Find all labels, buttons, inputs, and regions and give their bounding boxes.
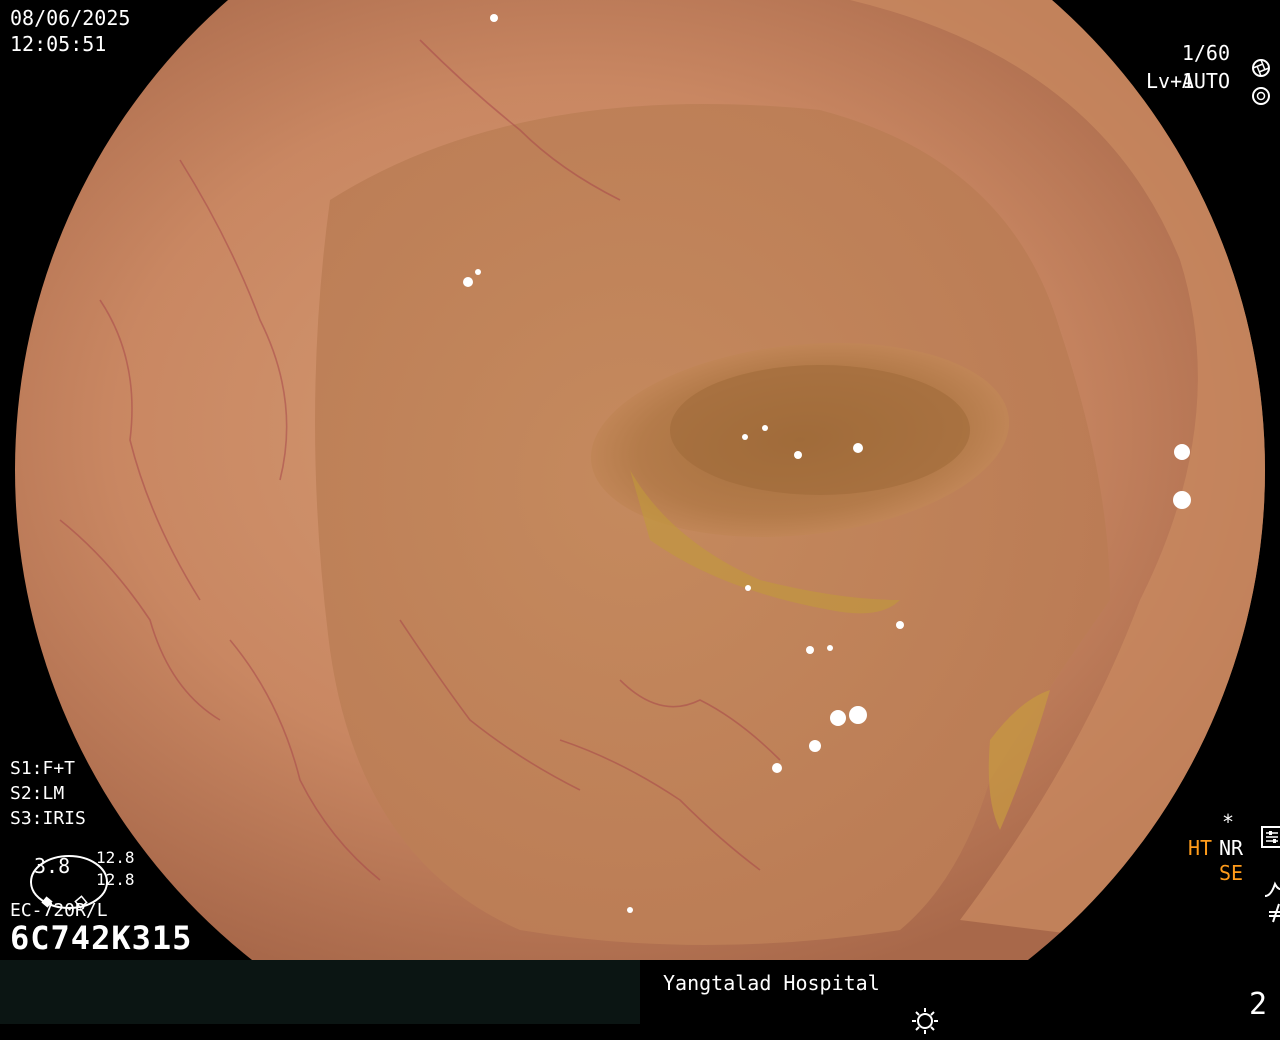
iris-mode-label: AUTO (1181, 69, 1230, 93)
iris-icon (1232, 70, 1271, 105)
scope-serial: 6C742K315 (10, 919, 193, 957)
zoom-value: 3.8 (34, 854, 71, 878)
date-label: 08/06/2025 (10, 6, 131, 30)
se-curve-icon (1244, 862, 1280, 897)
scope-model: EC-720R/L (10, 900, 108, 921)
shutter-label: 1/60 (1181, 41, 1230, 65)
ht-label: HT (1188, 836, 1213, 860)
shutter-icon (1232, 42, 1271, 77)
nr-label: NR (1219, 836, 1244, 860)
asterisk-marker: * (1222, 810, 1235, 834)
se-label: SE (1219, 861, 1244, 885)
s3-setting: S3:IRIS (10, 808, 86, 829)
flash-off-icon (1246, 886, 1280, 923)
time-label: 12:05:51 (10, 32, 107, 56)
page-number: 2 (1249, 987, 1268, 1022)
hospital-name: Yangtalad Hospital (663, 971, 880, 995)
settings-icon (1242, 810, 1280, 848)
s1-setting: S1:F+T (10, 758, 76, 779)
reading-2: 12.8 (96, 870, 135, 889)
brightness-icon (891, 990, 939, 1034)
s2-setting: S2:LM (10, 783, 65, 804)
endoscopy-image (0, 0, 1280, 960)
reading-1: 12.8 (96, 848, 135, 867)
